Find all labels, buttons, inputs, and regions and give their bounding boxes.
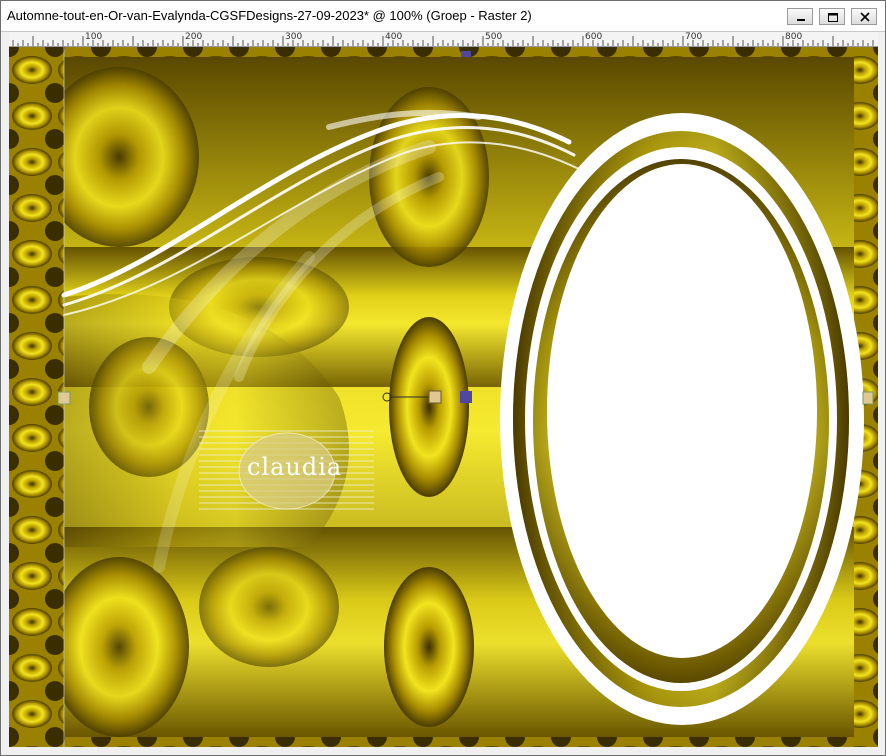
ruler-label-100: 100 [85,32,103,42]
title-bar[interactable]: Automne-tout-en-Or-van-Evalynda-CGSFDesi… [1,1,885,32]
close-icon [860,12,870,22]
ruler-label-800: 800 [785,32,803,42]
ruler-label-300: 300 [285,32,303,42]
image-window: Automne-tout-en-Or-van-Evalynda-CGSFDesi… [0,0,886,756]
ruler-label-400: 400 [385,32,403,42]
horizontal-ruler[interactable]: 100 200 300 400 500 600 700 800 [9,32,878,47]
artwork [9,47,878,747]
minimize-button[interactable] [787,8,813,25]
maximize-button[interactable] [819,8,845,25]
window-title: Automne-tout-en-Or-van-Evalynda-CGSFDesi… [7,8,532,23]
ruler-ticks [12,36,874,46]
ruler-label-600: 600 [585,32,603,42]
close-button[interactable] [851,8,877,25]
watermark-logo: claudia [199,427,374,511]
image-canvas[interactable]: claudia [9,47,878,747]
maximize-icon [828,13,838,22]
ruler-label-500: 500 [485,32,503,42]
oval-frame [500,113,864,725]
watermark-text: claudia [247,453,343,481]
ruler-label-200: 200 [185,32,203,42]
ruler-label-700: 700 [685,32,703,42]
minimize-icon [797,19,805,21]
